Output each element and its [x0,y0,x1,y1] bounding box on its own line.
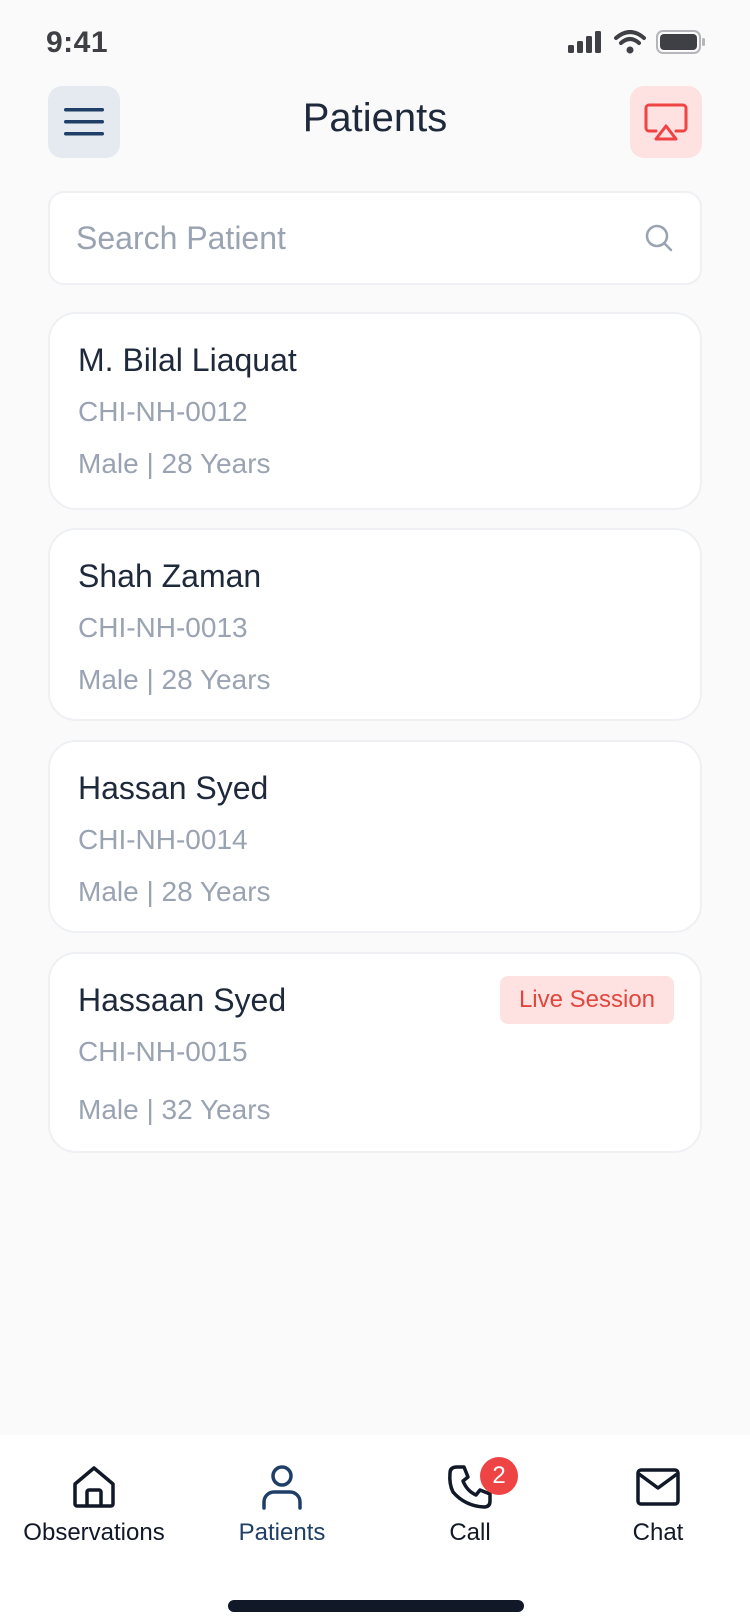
patient-gender-age: Male | 32 Years [78,1094,271,1125]
patient-name: Hassan Syed [78,770,269,806]
call-count-badge: 2 [480,1457,518,1495]
user-icon [262,1465,302,1510]
home-indicator[interactable] [228,1600,524,1612]
tab-label: Observations [23,1519,165,1546]
tab-patients[interactable]: Patients [188,1461,376,1561]
status-icons [568,30,706,54]
patient-id: CHI-NH-0012 [78,396,248,427]
tab-chat[interactable]: Chat [564,1461,750,1561]
tab-label: Call [449,1519,491,1546]
patient-card[interactable]: Hassaan Syed Live Session CHI-NH-0015 Ma… [48,952,702,1153]
tab-label: Patients [238,1519,326,1546]
search-input[interactable] [76,193,596,283]
patient-card[interactable]: Shah Zaman CHI-NH-0013 Male | 28 Years [48,528,702,721]
patient-gender-age: Male | 28 Years [78,664,271,695]
search-icon[interactable] [644,223,674,253]
search-bar [48,191,702,285]
patient-id: CHI-NH-0015 [78,1036,248,1067]
patient-name: Hassaan Syed [78,982,287,1018]
bottom-tab-bar: Observations Patients 2 Call Chat [0,1435,750,1624]
signal-icon [568,31,601,53]
patient-gender-age: Male | 28 Years [78,448,271,479]
wifi-icon [614,30,646,54]
home-icon [73,1466,115,1508]
tab-call[interactable]: 2 Call [376,1457,564,1561]
patient-card[interactable]: Hassan Syed CHI-NH-0014 Male | 28 Years [48,740,702,933]
live-session-badge: Live Session [500,976,674,1024]
patient-id: CHI-NH-0013 [78,612,248,643]
tab-observations[interactable]: Observations [0,1461,188,1561]
airplay-icon [644,103,688,141]
patient-gender-age: Male | 28 Years [78,876,271,907]
patient-name: M. Bilal Liaquat [78,342,297,378]
header: Patients [0,86,750,160]
status-time: 9:41 [46,26,109,59]
tab-label: Chat [632,1519,684,1546]
patient-card[interactable]: M. Bilal Liaquat CHI-NH-0012 Male | 28 Y… [48,312,702,510]
screen-cast-button[interactable] [630,86,702,158]
patient-id: CHI-NH-0014 [78,824,248,855]
patient-name: Shah Zaman [78,558,262,594]
mail-icon [636,1468,680,1506]
status-bar: 9:41 [0,0,750,86]
battery-icon [656,30,705,54]
